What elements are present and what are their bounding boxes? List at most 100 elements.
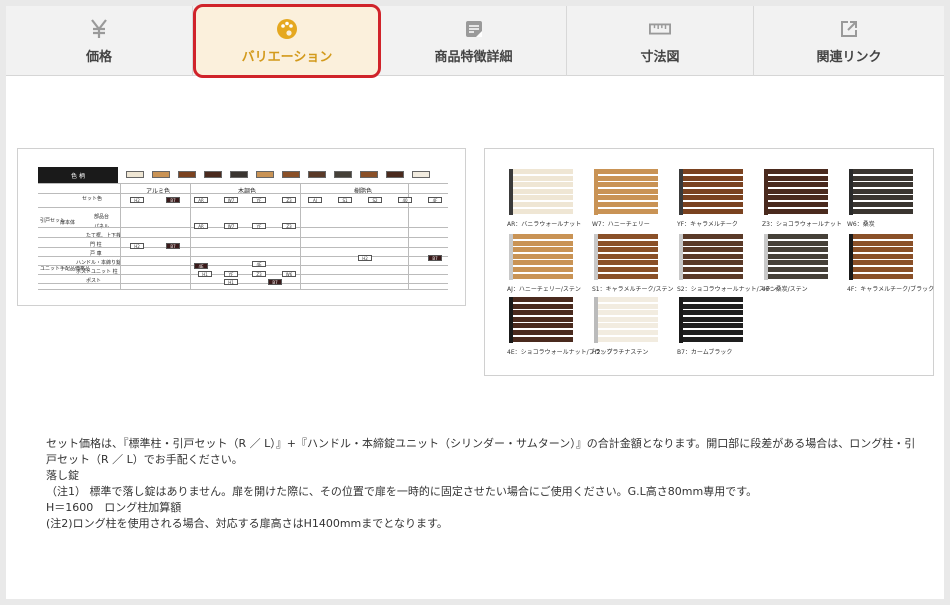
table-row-line (38, 289, 448, 290)
gate-slat (513, 323, 573, 329)
gate-slat (683, 175, 743, 181)
gate-slat (683, 316, 743, 322)
color-variation-image[interactable]: AR：バニラウォールナット W7：ハニーチェリー YF：キャラメルチーク Z3：ショコ… (484, 148, 934, 376)
gate-slat (598, 336, 658, 342)
color-code-box: W6 (282, 271, 296, 277)
gate-swatch (507, 297, 575, 343)
gate-slat (513, 260, 573, 266)
header-color-swatch (308, 171, 326, 178)
gate-slat (853, 175, 913, 181)
gate-slat (853, 260, 913, 266)
gate-slat (683, 169, 743, 174)
color-code-box: B7 (268, 279, 282, 285)
gate-slat (598, 330, 658, 335)
header-color-swatch (282, 171, 300, 178)
gate-slat (513, 267, 573, 272)
gate-slat (598, 316, 658, 322)
header-color-swatch (126, 171, 144, 178)
tab-label: 寸法図 (640, 49, 680, 65)
tab-price[interactable]: 価格 (6, 6, 193, 76)
gate-slat (683, 188, 743, 194)
gate-slat (598, 297, 658, 302)
color-code-box: W7 (224, 197, 238, 203)
gate-slat (598, 182, 658, 188)
tab-related-links[interactable]: 関連リンク (754, 6, 944, 76)
gate-slat (598, 310, 658, 316)
gate-slat (598, 323, 658, 329)
gate-slat (683, 202, 743, 207)
table-col-line (190, 183, 191, 289)
gate-slat (853, 234, 913, 239)
table-row-line (38, 207, 448, 208)
gate-slat (598, 202, 658, 207)
color-code-box: B7 (166, 243, 180, 249)
gate-slat (768, 202, 828, 207)
gate-swatch-label: B7：カームブラック (677, 349, 733, 356)
notes-section: セット価格は、『標準柱・引戸セット（R ／ L）』+『ハンドル・本締錠ユニット（… (46, 436, 916, 532)
gate-slat (683, 195, 743, 201)
gate-slat (853, 273, 913, 279)
gate-swatch (677, 169, 745, 215)
color-code-box: H1 (224, 279, 238, 285)
color-code-box: YF (252, 197, 266, 203)
gate-slat (683, 336, 743, 342)
note-text: セット価格は、『標準柱・引戸セット（R ／ L）』+『ハンドル・本締錠ユニット（… (46, 437, 916, 466)
color-code-box: W7 (224, 223, 238, 229)
gate-slat (768, 195, 828, 201)
gate-swatch (592, 169, 660, 215)
tab-dimensions[interactable]: 寸法図 (567, 6, 754, 76)
gate-slat (683, 247, 743, 253)
gate-slat (598, 169, 658, 174)
table-header-title: 色 柄 (38, 167, 118, 183)
color-code-box: H2 (130, 197, 144, 203)
note-text: （注1） 標準で落し錠はありません。扉を開けた際に、その位置で扉を一時的に固定さ… (46, 485, 758, 498)
gate-swatch-label: 4F：キャラメルチーク/ブラック (847, 286, 935, 293)
document-icon (463, 18, 485, 40)
tab-label: 商品特徴詳細 (434, 49, 513, 65)
gate-swatch (847, 234, 915, 280)
gate-slat (513, 175, 573, 181)
yen-icon (88, 18, 110, 40)
gate-slat (683, 240, 743, 246)
gate-swatch (507, 234, 575, 280)
table-header: 色 柄 (38, 167, 448, 183)
gate-slat (513, 202, 573, 207)
gate-swatch (847, 169, 915, 215)
gate-slat (853, 188, 913, 194)
tab-variation[interactable]: バリエーション (193, 4, 381, 78)
gate-swatch (507, 169, 575, 215)
gate-slat (683, 234, 743, 239)
color-code-box: AJ (308, 197, 322, 203)
gate-slat (768, 208, 828, 214)
external-link-icon (838, 18, 860, 40)
header-color-swatch (386, 171, 404, 178)
color-spec-table-image[interactable]: 色 柄 アルミ色 木調色 樹脂色 引戸セット ユニット手配品価格品 セット色 扉… (17, 148, 466, 306)
gate-slat (683, 310, 743, 316)
tab-label: 関連リンク (816, 49, 882, 65)
tab-label: バリエーション (241, 49, 333, 65)
gate-slat (513, 169, 573, 174)
note-text: (注2)ロング柱を使用される場合、対応する扉高さはH1400mmまでとなります。 (46, 517, 448, 530)
gate-slat (768, 260, 828, 266)
gate-slat (768, 182, 828, 188)
table-row-line (38, 247, 448, 248)
table-row-line (38, 227, 448, 228)
tab-features[interactable]: 商品特徴詳細 (381, 6, 567, 76)
header-color-swatch (152, 171, 170, 178)
gate-slat (598, 247, 658, 253)
table-row-line (38, 256, 448, 257)
color-code-box: B7 (428, 255, 442, 261)
row-label: セット色 (82, 196, 103, 202)
table-row-line (38, 237, 448, 238)
gate-swatch (762, 169, 830, 215)
gate-slat (513, 316, 573, 322)
gate-slat (598, 195, 658, 201)
color-code-box: AR (194, 197, 208, 203)
gate-slat (683, 267, 743, 272)
color-code-box: B7 (166, 197, 180, 203)
table-row-line (38, 283, 448, 284)
gate-slat (853, 253, 913, 259)
gate-slat (683, 208, 743, 214)
gate-slat (513, 273, 573, 279)
color-code-box: YF (252, 223, 266, 229)
